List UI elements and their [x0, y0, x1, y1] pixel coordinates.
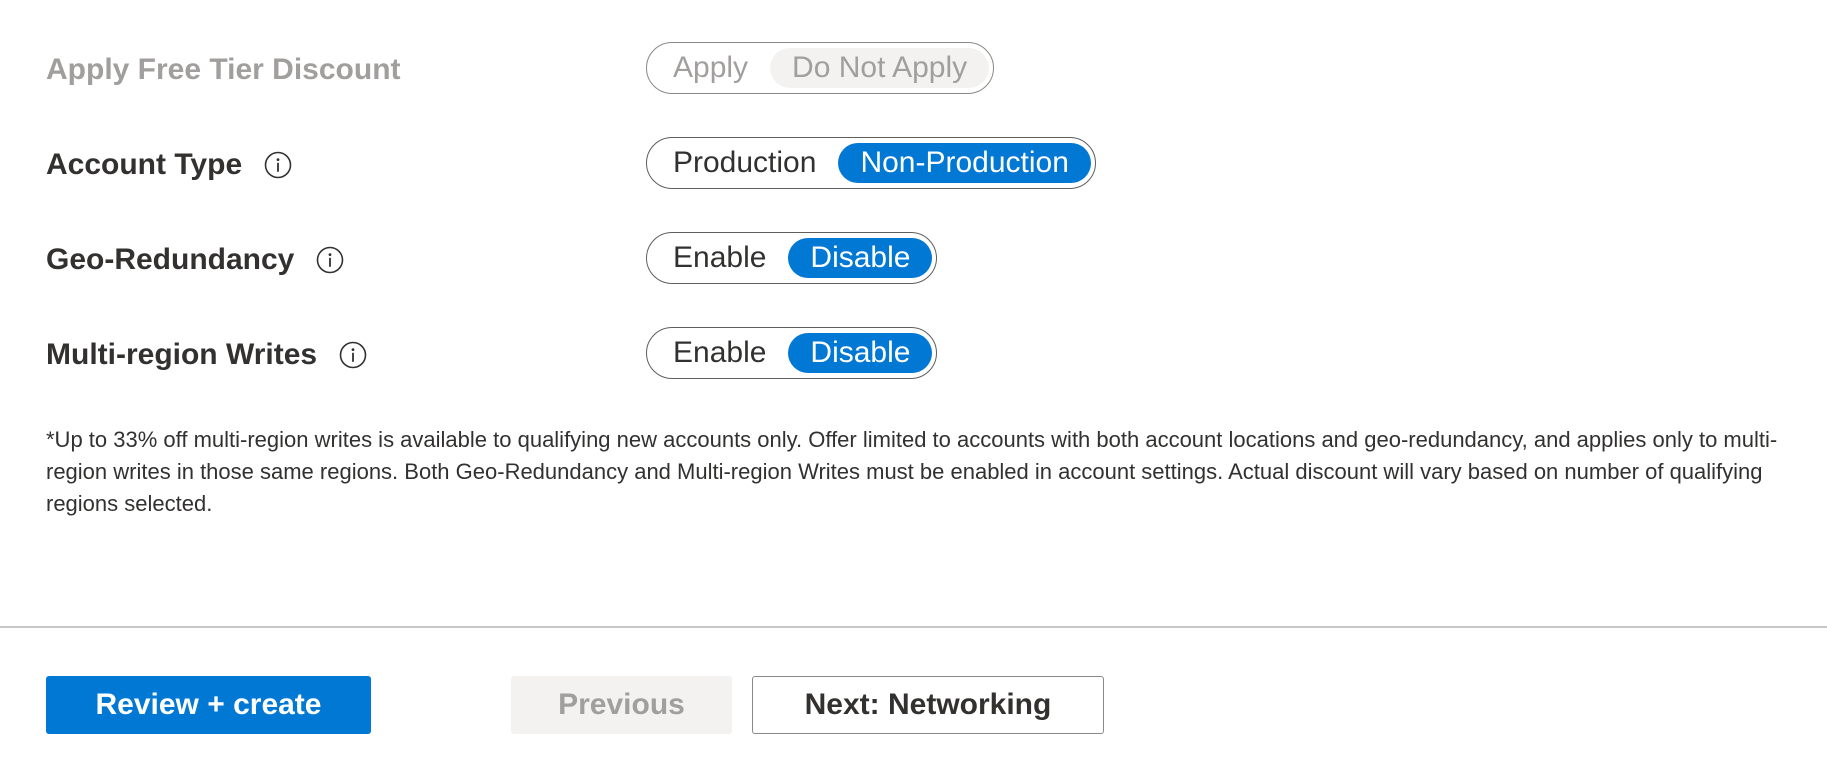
geo-redundancy-row: Geo-Redundancy Enable Disable: [46, 232, 1246, 288]
review-create-button[interactable]: Review + create: [46, 676, 371, 734]
multi-region-writes-row: Multi-region Writes Enable Disable: [46, 327, 1246, 383]
account-type-label: Account Type: [46, 148, 243, 181]
footer-divider: [0, 626, 1827, 628]
create-account-form: Apply Free Tier Discount Apply Do Not Ap…: [0, 0, 1827, 771]
discount-footnote: *Up to 33% off multi-region writes is av…: [46, 427, 1778, 516]
free-tier-option-do-not-apply: Do Not Apply: [770, 48, 990, 88]
info-icon[interactable]: [316, 246, 344, 274]
next-networking-button[interactable]: Next: Networking: [752, 676, 1104, 734]
geo-redundancy-toggle: Enable Disable: [646, 232, 938, 284]
geo-redundancy-option-enable[interactable]: Enable: [651, 238, 788, 278]
multi-region-writes-toggle: Enable Disable: [646, 327, 938, 379]
free-tier-row: Apply Free Tier Discount Apply Do Not Ap…: [46, 42, 1246, 98]
account-type-label-group: Account Type: [46, 148, 292, 182]
account-type-toggle: Production Non-Production: [646, 137, 1096, 189]
multi-region-writes-option-enable[interactable]: Enable: [651, 333, 788, 373]
previous-button[interactable]: Previous: [511, 676, 732, 734]
info-icon[interactable]: [264, 151, 292, 179]
multi-region-writes-label-group: Multi-region Writes: [46, 338, 367, 372]
free-tier-label: Apply Free Tier Discount: [46, 53, 401, 86]
info-icon[interactable]: [339, 341, 367, 369]
account-type-row: Account Type Production Non-Production: [46, 137, 1246, 193]
multi-region-writes-option-disable[interactable]: Disable: [788, 333, 933, 373]
free-tier-option-apply: Apply: [673, 51, 749, 84]
geo-redundancy-label: Geo-Redundancy: [46, 243, 295, 276]
geo-redundancy-option-disable[interactable]: Disable: [788, 238, 933, 278]
geo-redundancy-label-group: Geo-Redundancy: [46, 243, 344, 277]
free-tier-toggle: Apply Do Not Apply: [646, 42, 995, 94]
account-type-option-production[interactable]: Production: [651, 143, 838, 183]
account-type-option-non-production[interactable]: Non-Production: [838, 143, 1091, 183]
multi-region-writes-label: Multi-region Writes: [46, 338, 318, 371]
